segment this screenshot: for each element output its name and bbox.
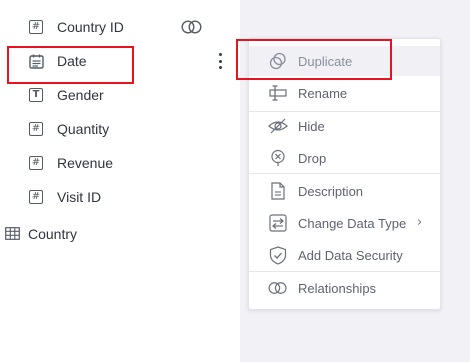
swap-icon (268, 213, 288, 233)
field-label: Quantity (57, 121, 110, 137)
text-icon: T (28, 87, 44, 103)
menu-label: Relationships (298, 280, 377, 296)
menu-label: Change Data Type (298, 215, 407, 231)
field-row-visit-id[interactable]: # Visit ID (0, 182, 240, 212)
table-row-country[interactable]: Country (0, 219, 240, 249)
field-label: Revenue (57, 155, 114, 171)
hash-icon: # (28, 189, 44, 205)
duplicate-icon (268, 51, 288, 71)
menu-label: Duplicate (298, 53, 353, 69)
shield-icon (268, 245, 288, 265)
field-row-date[interactable]: Date (0, 46, 240, 76)
relationship-icon[interactable] (181, 20, 203, 39)
menu-divider (249, 271, 440, 272)
menu-item-duplicate[interactable]: Duplicate (249, 46, 440, 76)
menu-item-relationships[interactable]: Relationships (249, 273, 440, 303)
field-label: Gender (57, 87, 104, 103)
eye-off-icon (268, 116, 288, 136)
document-icon (268, 181, 288, 201)
table-icon (5, 227, 20, 245)
field-row-country-id[interactable]: # Country ID (0, 12, 240, 42)
chevron-right-icon: › (417, 215, 423, 230)
menu-label: Add Data Security (298, 247, 403, 263)
context-menu: Duplicate Rename Hide Drop Description C… (248, 38, 441, 310)
menu-item-add-data-security[interactable]: Add Data Security (249, 240, 440, 270)
menu-item-hide[interactable]: Hide (249, 111, 440, 141)
more-options-icon[interactable] (213, 52, 227, 70)
calendar-icon (28, 53, 44, 69)
rename-icon (268, 83, 288, 103)
menu-label: Drop (298, 150, 327, 166)
field-row-revenue[interactable]: # Revenue (0, 148, 240, 178)
hash-icon: # (28, 121, 44, 137)
field-row-quantity[interactable]: # Quantity (0, 114, 240, 144)
table-label: Country (28, 226, 78, 242)
menu-label: Rename (298, 85, 348, 101)
field-row-gender[interactable]: T Gender (0, 80, 240, 110)
menu-item-drop[interactable]: Drop (249, 143, 440, 173)
relationship-icon (268, 278, 288, 298)
menu-divider (249, 173, 440, 174)
menu-label: Description (298, 183, 364, 199)
menu-label: Hide (298, 118, 325, 134)
field-label: Date (57, 53, 87, 69)
hash-icon: # (28, 19, 44, 35)
menu-item-description[interactable]: Description (249, 176, 440, 206)
field-label: Visit ID (57, 189, 102, 205)
field-label: Country ID (57, 19, 124, 35)
menu-item-change-data-type[interactable]: Change Data Type › (249, 208, 440, 238)
menu-item-rename[interactable]: Rename (249, 78, 440, 108)
hash-icon: # (28, 155, 44, 171)
drop-icon (268, 148, 288, 168)
field-list-panel: # Country ID Date T Gender # Quantity # … (0, 0, 240, 362)
